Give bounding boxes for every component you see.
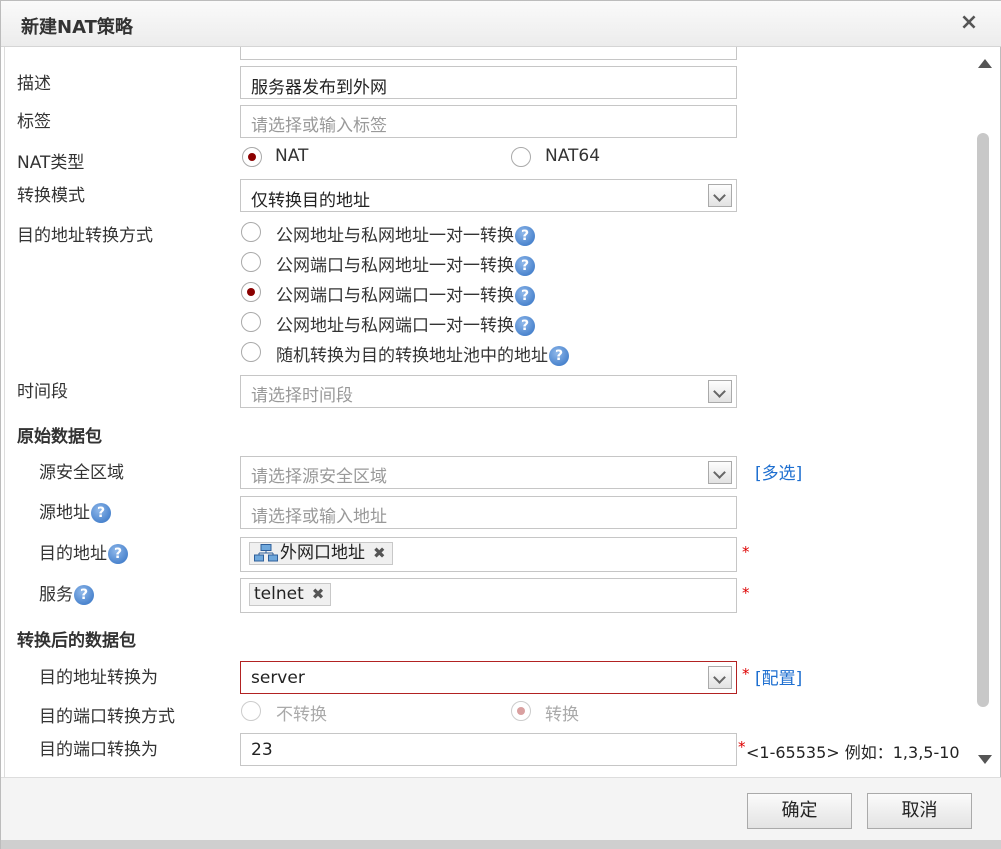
time-placeholder: 请选择时间段 (251, 386, 353, 406)
port-method-label: 目的端口转换方式 (39, 707, 175, 727)
bottom-strip (1, 840, 1001, 849)
nat-type-option-nat: NAT (275, 146, 309, 166)
dst-addr-input[interactable]: 外网口地址 ✖ (240, 537, 737, 572)
dialog-footer: 确定 取消 (1, 777, 1001, 849)
help-icon[interactable]: ? (515, 316, 535, 336)
dst-to-value: server (251, 668, 305, 688)
dst-method-radio-0[interactable] (241, 222, 261, 242)
port-range-hint: <1-65535> 例如：1,3,5-10 (746, 743, 960, 762)
dst-addr-chip: 外网口地址 ✖ (249, 542, 393, 565)
dst-method-option-2: 公网端口与私网端口一对一转换? (276, 281, 535, 306)
required-mark: * (742, 665, 750, 683)
service-label: 服务? (39, 580, 94, 605)
dst-method-option-3: 公网地址与私网端口一对一转换? (276, 311, 535, 336)
desc-input[interactable]: 服务器发布到外网 (240, 66, 737, 99)
port-to-value: 23 (251, 740, 273, 760)
required-mark: * (742, 584, 750, 602)
chevron-down-icon[interactable] (708, 184, 732, 207)
mode-value: 仅转换目的地址 (251, 191, 370, 211)
help-icon[interactable]: ? (515, 256, 535, 276)
config-link[interactable]: [配置] (755, 664, 802, 689)
desc-value: 服务器发布到外网 (251, 78, 387, 98)
dst-method-radio-4[interactable] (241, 342, 261, 362)
dst-to-select[interactable]: server (240, 661, 737, 694)
src-zone-label: 源安全区域 (39, 463, 124, 483)
src-addr-label: 源地址? (39, 498, 111, 523)
time-label: 时间段 (17, 382, 68, 402)
remove-icon[interactable]: ✖ (312, 584, 325, 605)
nat-type-radio-nat64[interactable] (511, 147, 531, 167)
dst-method-option-4: 随机转换为目的转换地址池中的地址? (276, 341, 569, 366)
dst-method-option-1: 公网端口与私网地址一对一转换? (276, 251, 535, 276)
help-icon[interactable]: ? (74, 585, 94, 605)
nat-policy-dialog: 新建NAT策略 × 描述 服务器发布到外网 标签 请选择或输入标签 NAT类型 … (0, 0, 1001, 849)
time-select[interactable]: 请选择时间段 (240, 375, 737, 408)
chevron-down-icon[interactable] (708, 461, 732, 484)
dst-method-radio-2[interactable] (241, 282, 261, 302)
tag-label: 标签 (17, 112, 51, 132)
close-icon[interactable]: × (957, 10, 981, 36)
mode-label: 转换模式 (17, 186, 85, 206)
required-mark: * (738, 738, 746, 756)
port-method-radio-convert[interactable] (511, 701, 531, 721)
tag-placeholder: 请选择或输入标签 (251, 116, 387, 136)
scroll-thumb[interactable] (977, 133, 989, 707)
port-to-input[interactable]: 23 (240, 733, 737, 766)
hidden-top-field[interactable] (240, 47, 737, 60)
cancel-button[interactable]: 取消 (867, 793, 972, 829)
dst-to-label: 目的地址转换为 (39, 668, 158, 688)
help-icon[interactable]: ? (515, 226, 535, 246)
multi-select-link[interactable]: [多选] (755, 459, 802, 484)
dst-method-radio-3[interactable] (241, 312, 261, 332)
dst-method-option-0: 公网地址与私网地址一对一转换? (276, 221, 535, 246)
dialog-body[interactable]: 描述 服务器发布到外网 标签 请选择或输入标签 NAT类型 NAT NAT64 … (4, 47, 974, 777)
service-input[interactable]: telnet ✖ (240, 578, 737, 613)
mode-select[interactable]: 仅转换目的地址 (240, 179, 737, 212)
chevron-down-icon[interactable] (708, 666, 732, 689)
help-icon[interactable]: ? (108, 544, 128, 564)
help-icon[interactable]: ? (549, 346, 569, 366)
help-icon[interactable]: ? (515, 286, 535, 306)
nat-type-radio-nat[interactable] (242, 147, 262, 167)
port-method-radio-none[interactable] (241, 701, 261, 721)
scroll-up-icon[interactable] (978, 59, 992, 68)
required-mark: * (742, 543, 750, 561)
scroll-down-icon[interactable] (978, 755, 992, 764)
dst-method-radio-1[interactable] (241, 252, 261, 272)
port-method-option-convert: 转换 (545, 705, 579, 725)
nat-type-option-nat64: NAT64 (545, 146, 601, 166)
vertical-scrollbar[interactable] (974, 47, 994, 777)
port-method-option-none: 不转换 (276, 705, 327, 725)
remove-icon[interactable]: ✖ (373, 543, 386, 564)
src-zone-select[interactable]: 请选择源安全区域 (240, 456, 737, 489)
section-original: 原始数据包 (17, 427, 102, 447)
dialog-title: 新建NAT策略 (21, 17, 133, 38)
dst-addr-label: 目的地址? (39, 539, 128, 564)
ok-button[interactable]: 确定 (747, 793, 852, 829)
src-addr-placeholder: 请选择或输入地址 (251, 507, 387, 527)
src-addr-input[interactable]: 请选择或输入地址 (240, 496, 737, 529)
section-translated: 转换后的数据包 (17, 631, 136, 651)
dialog-titlebar: 新建NAT策略 × (1, 1, 1001, 47)
desc-label: 描述 (17, 74, 51, 94)
chevron-down-icon[interactable] (708, 380, 732, 403)
service-chip: telnet ✖ (249, 583, 332, 606)
help-icon[interactable]: ? (91, 503, 111, 523)
network-icon (254, 544, 278, 562)
src-zone-placeholder: 请选择源安全区域 (251, 467, 387, 487)
nat-type-label: NAT类型 (17, 153, 85, 173)
port-to-label: 目的端口转换为 (39, 740, 158, 760)
tag-input[interactable]: 请选择或输入标签 (240, 105, 737, 138)
dst-method-label: 目的地址转换方式 (17, 226, 153, 246)
